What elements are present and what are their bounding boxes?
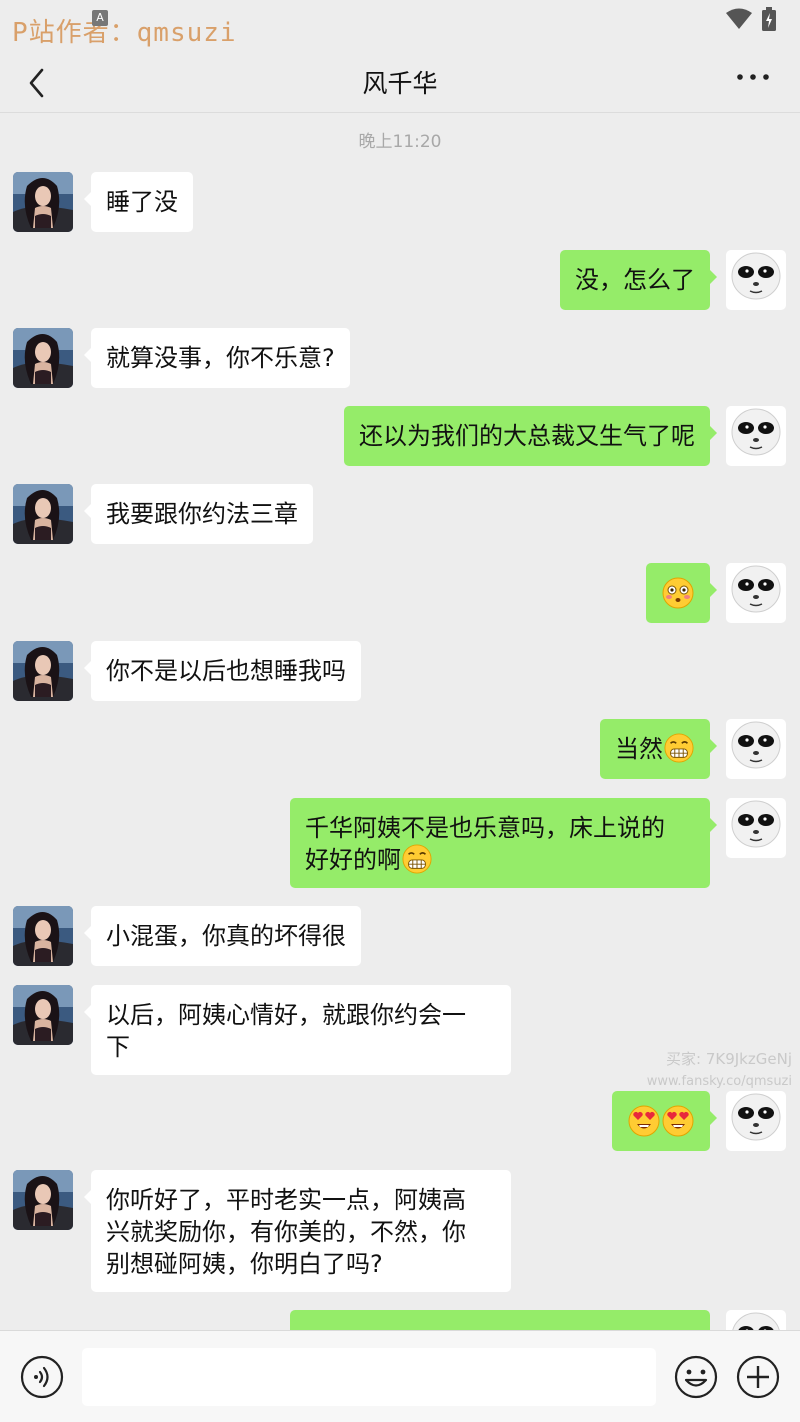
grimacing-face-icon bbox=[402, 844, 432, 874]
my-avatar[interactable] bbox=[726, 563, 786, 623]
message-text-line: 别想碰阿姨，你明白了吗? bbox=[106, 1250, 383, 1278]
contact-avatar[interactable] bbox=[13, 1170, 73, 1230]
input-bar bbox=[0, 1330, 800, 1422]
message-text: 我要跟你约法三章 bbox=[106, 500, 298, 528]
message-bubble[interactable]: 睡了没 bbox=[84, 172, 193, 232]
message-text-line: 你听好了，平时老实一点，阿姨高 bbox=[106, 1186, 466, 1214]
message-list[interactable]: 晚上11:20 睡了没 没，怎么了 就算没事，你不乐意? 还以为我们的大总裁又生… bbox=[0, 113, 800, 1330]
my-avatar[interactable] bbox=[726, 1091, 786, 1151]
message-text-line: 好好的啊 bbox=[305, 846, 401, 874]
plus-icon[interactable] bbox=[736, 1355, 780, 1399]
message-text: 小混蛋，你真的坏得很 bbox=[106, 922, 346, 950]
message-bubble[interactable]: 我要跟你约法三章 bbox=[84, 484, 313, 544]
contact-avatar[interactable] bbox=[13, 985, 73, 1045]
my-avatar[interactable] bbox=[726, 250, 786, 310]
message-bubble[interactable]: 你不是以后也想睡我吗 bbox=[84, 641, 361, 701]
heart-eyes-face-icon bbox=[662, 1105, 694, 1137]
chat-header: 风千华 bbox=[0, 52, 800, 113]
message-text-line: 下 bbox=[106, 1033, 130, 1061]
voice-icon[interactable] bbox=[20, 1355, 64, 1399]
message-input[interactable] bbox=[82, 1348, 656, 1406]
message-text: 你不是以后也想睡我吗 bbox=[106, 657, 346, 685]
system-badge: A bbox=[92, 10, 108, 26]
message-timestamp: 晚上11:20 bbox=[358, 132, 442, 152]
heart-eyes-face-icon bbox=[628, 1105, 660, 1137]
buyer-watermark: 买家: 7K9JkzGeNj bbox=[666, 1050, 792, 1068]
message-bubble[interactable] bbox=[612, 1091, 717, 1151]
battery-icon bbox=[762, 7, 776, 31]
message-text: 当然 bbox=[615, 735, 663, 763]
emoji-icon[interactable] bbox=[674, 1355, 718, 1399]
contact-avatar[interactable] bbox=[13, 172, 73, 232]
message-bubble[interactable]: 就算没事，你不乐意? bbox=[84, 328, 350, 388]
message-bubble[interactable]: 以后，阿姨心情好，就跟你约会一 下 bbox=[84, 985, 511, 1075]
message-bubble[interactable]: 小混蛋，你真的坏得很 bbox=[84, 906, 361, 966]
site-watermark: www.fansky.co/qmsuzi bbox=[646, 1074, 792, 1089]
contact-name: 风千华 bbox=[362, 69, 438, 98]
grimacing-face-icon bbox=[664, 733, 694, 763]
contact-avatar[interactable] bbox=[13, 484, 73, 544]
more-icon[interactable] bbox=[734, 64, 774, 94]
message-bubble[interactable] bbox=[290, 1310, 710, 1330]
message-text: 没，怎么了 bbox=[575, 266, 695, 294]
message-bubble[interactable] bbox=[646, 563, 717, 623]
message-text-line: 以后，阿姨心情好，就跟你约会一 bbox=[106, 1001, 466, 1029]
message-bubble[interactable]: 千华阿姨不是也乐意吗，床上说的 好好的啊 bbox=[290, 798, 717, 888]
my-avatar[interactable] bbox=[726, 719, 786, 779]
contact-avatar[interactable] bbox=[13, 906, 73, 966]
my-avatar[interactable] bbox=[726, 798, 786, 858]
message-bubble[interactable]: 还以为我们的大总裁又生气了呢 bbox=[344, 406, 717, 466]
message-bubble[interactable]: 当然 bbox=[600, 719, 717, 779]
message-text-line: 千华阿姨不是也乐意吗，床上说的 bbox=[305, 814, 665, 842]
message-text: 睡了没 bbox=[106, 188, 178, 216]
my-avatar[interactable] bbox=[726, 406, 786, 466]
message-text: 就算没事，你不乐意? bbox=[106, 344, 335, 372]
contact-avatar[interactable] bbox=[13, 328, 73, 388]
message-text-line: 兴就奖励你，有你美的，不然，你 bbox=[106, 1218, 466, 1246]
wifi-icon bbox=[726, 8, 752, 29]
contact-avatar[interactable] bbox=[13, 641, 73, 701]
message-bubble[interactable]: 你听好了，平时老实一点，阿姨高 兴就奖励你，有你美的，不然，你 别想碰阿姨，你明… bbox=[84, 1170, 511, 1292]
message-bubble[interactable]: 没，怎么了 bbox=[560, 250, 717, 310]
author-watermark: P站作者：qmsuzi bbox=[12, 18, 237, 48]
status-bar: P站作者：qmsuzi A bbox=[0, 0, 800, 52]
my-avatar[interactable] bbox=[726, 1310, 786, 1330]
flushed-face-icon bbox=[662, 577, 694, 609]
message-text: 还以为我们的大总裁又生气了呢 bbox=[359, 422, 695, 450]
